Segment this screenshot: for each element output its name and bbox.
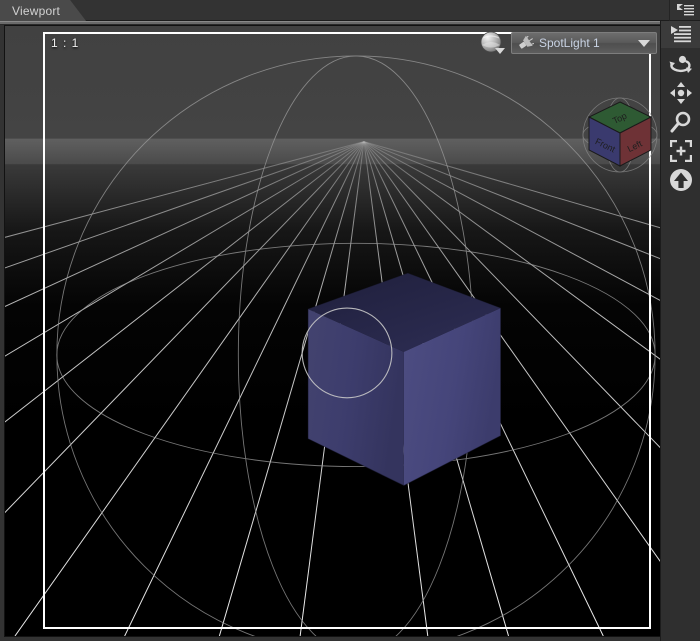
light-selector-value: SpotLight 1: [539, 36, 600, 50]
toolbar-button-layers[interactable]: [661, 21, 700, 48]
up-arrow-circle-icon: [670, 168, 692, 191]
zoom-magnifier-icon: [670, 111, 691, 132]
navigation-cube[interactable]: Top Front Left: [575, 92, 665, 178]
scene-cube: [307, 272, 501, 486]
toolbar-button-zoom[interactable]: [661, 108, 700, 135]
toolbar-button-home[interactable]: [661, 166, 700, 193]
toolbar-button-orbit[interactable]: [661, 50, 700, 77]
tab-bar-divider: [669, 0, 670, 21]
tab-bar: Viewport: [0, 0, 700, 21]
frame-target-icon: [670, 139, 692, 162]
application-window: Viewport 1: 1 Top Front Left SpotLight …: [0, 0, 700, 641]
orbit-icon: [669, 55, 692, 73]
viewport-3d[interactable]: 1 : 1 Top Front Left SpotLight 1: [4, 25, 696, 637]
shading-mode-button[interactable]: [475, 29, 507, 57]
light-selector-dropdown[interactable]: SpotLight 1: [511, 32, 657, 54]
viewport-hud: SpotLight 1: [475, 29, 657, 57]
tab-viewport-label: Viewport: [12, 3, 61, 18]
layers-list-icon: [671, 26, 691, 43]
toolbar-button-frame[interactable]: [661, 137, 700, 164]
panel-menu-icon[interactable]: [674, 2, 696, 19]
aspect-ratio-label: 1 : 1: [51, 36, 80, 50]
tab-viewport[interactable]: Viewport: [0, 0, 86, 21]
chevron-down-icon: [495, 48, 505, 54]
chevron-down-icon: [638, 39, 650, 47]
toolbar-button-pan[interactable]: [661, 79, 700, 106]
viewport-toolbar: [660, 21, 700, 641]
spotlight-icon: [519, 36, 534, 49]
pan-move-icon: [670, 81, 692, 104]
